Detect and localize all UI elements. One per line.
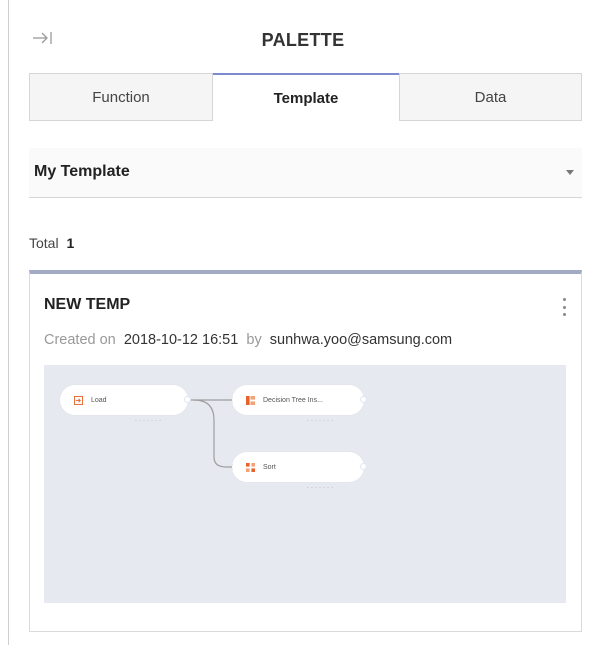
template-card[interactable]: NEW TEMP Created on 2018-10-12 16:51 by … [29,270,582,632]
sort-icon [246,462,255,472]
output-port[interactable] [360,463,367,470]
flow-node-sub: - - - - - - - [135,418,162,424]
flow-node-decision-tree[interactable]: Decision Tree Ins... - - - - - - - [232,385,367,424]
tab-data[interactable]: Data [399,73,582,121]
more-options-icon[interactable] [559,296,569,318]
palette-title: PALETTE [261,30,345,50]
output-port[interactable] [360,396,367,403]
total-count: 1 [66,235,75,251]
flow-node-sort[interactable]: Sort - - - - - - - [232,452,367,491]
flow-node-label: Load [91,396,107,404]
output-port[interactable] [184,396,191,403]
flow-node-label: Sort [263,463,276,471]
author-email: sunhwa.yoo@samsung.com [269,332,453,348]
palette-panel: PALETTE Function Template Data My Templa… [8,0,596,645]
tab-function[interactable]: Function [29,73,213,121]
created-label: Created on [44,332,116,348]
created-date: 2018-10-12 16:51 [123,332,239,348]
total-count-row: Total 1 [29,235,74,251]
flow-node-sub: - - - - - - - [307,485,334,491]
flow-preview: Load - - - - - - - Decision Tree Ins... … [44,365,566,603]
tab-template[interactable]: Template [213,73,399,121]
template-select[interactable]: My Template [29,148,582,198]
flow-node-label: Decision Tree Ins... [263,396,323,404]
total-label: Total [29,235,59,251]
chevron-down-icon [566,170,574,175]
flow-node-sub: - - - - - - - [307,418,334,424]
flow-node-load[interactable]: Load - - - - - - - [60,385,191,424]
load-icon [74,395,83,405]
palette-header: PALETTE [9,0,596,72]
palette-tabs: Function Template Data [29,73,582,121]
by-label: by [246,332,262,348]
template-card-meta: Created on 2018-10-12 16:51 by sunhwa.yo… [44,332,452,348]
decision-tree-icon [246,395,255,405]
template-select-value: My Template [34,163,130,180]
template-card-title: NEW TEMP [44,296,131,313]
